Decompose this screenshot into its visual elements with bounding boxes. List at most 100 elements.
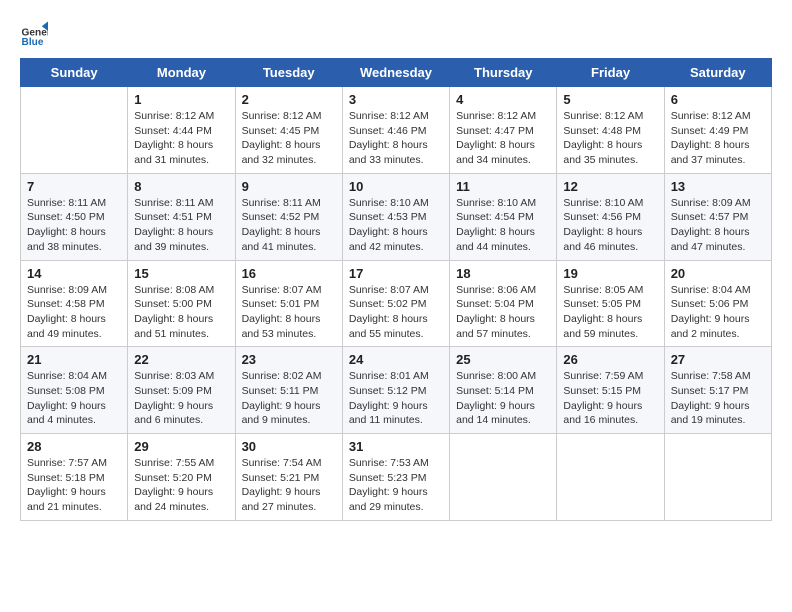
day-number: 31	[349, 439, 443, 454]
day-cell: 4Sunrise: 8:12 AMSunset: 4:47 PMDaylight…	[450, 87, 557, 174]
day-info: Sunrise: 8:09 AMSunset: 4:58 PMDaylight:…	[27, 283, 121, 342]
day-info: Sunrise: 8:11 AMSunset: 4:50 PMDaylight:…	[27, 196, 121, 255]
day-info: Sunrise: 8:08 AMSunset: 5:00 PMDaylight:…	[134, 283, 228, 342]
day-cell: 25Sunrise: 8:00 AMSunset: 5:14 PMDayligh…	[450, 347, 557, 434]
day-cell: 22 Sunrise: 8:03 AMSunset: 5:09 PMDayligh…	[128, 347, 235, 434]
day-number: 1	[134, 92, 228, 107]
day-info: Sunrise: 8:12 AMSunset: 4:48 PMDaylight:…	[563, 109, 657, 168]
day-cell: 7 Sunrise: 8:11 AMSunset: 4:50 PMDaylight…	[21, 173, 128, 260]
day-cell: 17Sunrise: 8:07 AMSunset: 5:02 PMDayligh…	[342, 260, 449, 347]
day-info: Sunrise: 7:54 AMSunset: 5:21 PMDaylight:…	[242, 456, 336, 515]
day-info: Sunrise: 8:10 AMSunset: 4:54 PMDaylight:…	[456, 196, 550, 255]
day-cell: 1 Sunrise: 8:12 AMSunset: 4:44 PMDaylight…	[128, 87, 235, 174]
day-number: 22	[134, 352, 228, 367]
day-number: 2	[242, 92, 336, 107]
week-row-4: 21 Sunrise: 8:04 AMSunset: 5:08 PMDayligh…	[21, 347, 772, 434]
day-info: Sunrise: 8:03 AMSunset: 5:09 PMDaylight:…	[134, 369, 228, 428]
day-cell: 5 Sunrise: 8:12 AMSunset: 4:48 PMDaylight…	[557, 87, 664, 174]
day-cell: 15 Sunrise: 8:08 AMSunset: 5:00 PMDayligh…	[128, 260, 235, 347]
logo: General Blue	[20, 20, 52, 48]
day-info: Sunrise: 8:04 AMSunset: 5:08 PMDaylight:…	[27, 369, 121, 428]
day-number: 24	[349, 352, 443, 367]
weekday-saturday: Saturday	[664, 59, 771, 87]
day-cell: 16 Sunrise: 8:07 AMSunset: 5:01 PMDayligh…	[235, 260, 342, 347]
day-cell: 23 Sunrise: 8:02 AMSunset: 5:11 PMDayligh…	[235, 347, 342, 434]
day-cell: 11 Sunrise: 8:10 AMSunset: 4:54 PMDayligh…	[450, 173, 557, 260]
day-cell	[21, 87, 128, 174]
day-info: Sunrise: 8:02 AMSunset: 5:11 PMDaylight:…	[242, 369, 336, 428]
day-cell: 28Sunrise: 7:57 AMSunset: 5:18 PMDayligh…	[21, 434, 128, 521]
day-info: Sunrise: 8:12 AMSunset: 4:45 PMDaylight:…	[242, 109, 336, 168]
day-number: 14	[27, 266, 121, 281]
day-cell: 30 Sunrise: 7:54 AMSunset: 5:21 PMDayligh…	[235, 434, 342, 521]
day-number: 30	[242, 439, 336, 454]
svg-text:Blue: Blue	[22, 37, 44, 48]
day-number: 16	[242, 266, 336, 281]
day-number: 15	[134, 266, 228, 281]
day-info: Sunrise: 7:58 AMSunset: 5:17 PMDaylight:…	[671, 369, 765, 428]
day-info: Sunrise: 7:57 AMSunset: 5:18 PMDaylight:…	[27, 456, 121, 515]
weekday-tuesday: Tuesday	[235, 59, 342, 87]
day-cell: 29 Sunrise: 7:55 AMSunset: 5:20 PMDayligh…	[128, 434, 235, 521]
week-row-2: 7 Sunrise: 8:11 AMSunset: 4:50 PMDaylight…	[21, 173, 772, 260]
day-info: Sunrise: 8:11 AMSunset: 4:51 PMDaylight:…	[134, 196, 228, 255]
day-info: Sunrise: 8:11 AMSunset: 4:52 PMDaylight:…	[242, 196, 336, 255]
calendar-body: 1 Sunrise: 8:12 AMSunset: 4:44 PMDaylight…	[21, 87, 772, 521]
day-info: Sunrise: 8:01 AMSunset: 5:12 PMDaylight:…	[349, 369, 443, 428]
day-number: 10	[349, 179, 443, 194]
day-number: 23	[242, 352, 336, 367]
day-info: Sunrise: 8:05 AMSunset: 5:05 PMDaylight:…	[563, 283, 657, 342]
day-number: 25	[456, 352, 550, 367]
day-info: Sunrise: 8:09 AMSunset: 4:57 PMDaylight:…	[671, 196, 765, 255]
day-cell: 19 Sunrise: 8:05 AMSunset: 5:05 PMDayligh…	[557, 260, 664, 347]
day-cell: 27 Sunrise: 7:58 AMSunset: 5:17 PMDayligh…	[664, 347, 771, 434]
day-cell: 24 Sunrise: 8:01 AMSunset: 5:12 PMDayligh…	[342, 347, 449, 434]
day-cell	[664, 434, 771, 521]
day-cell	[450, 434, 557, 521]
day-number: 13	[671, 179, 765, 194]
day-number: 18	[456, 266, 550, 281]
day-cell: 9Sunrise: 8:11 AMSunset: 4:52 PMDaylight…	[235, 173, 342, 260]
day-info: Sunrise: 7:53 AMSunset: 5:23 PMDaylight:…	[349, 456, 443, 515]
day-info: Sunrise: 8:06 AMSunset: 5:04 PMDaylight:…	[456, 283, 550, 342]
day-cell: 2 Sunrise: 8:12 AMSunset: 4:45 PMDaylight…	[235, 87, 342, 174]
day-number: 19	[563, 266, 657, 281]
day-cell: 12Sunrise: 8:10 AMSunset: 4:56 PMDayligh…	[557, 173, 664, 260]
week-row-1: 1 Sunrise: 8:12 AMSunset: 4:44 PMDaylight…	[21, 87, 772, 174]
day-cell: 10 Sunrise: 8:10 AMSunset: 4:53 PMDayligh…	[342, 173, 449, 260]
day-number: 6	[671, 92, 765, 107]
weekday-header-row: SundayMondayTuesdayWednesdayThursdayFrid…	[21, 59, 772, 87]
day-cell: 6 Sunrise: 8:12 AMSunset: 4:49 PMDaylight…	[664, 87, 771, 174]
day-number: 29	[134, 439, 228, 454]
day-cell: 20 Sunrise: 8:04 AMSunset: 5:06 PMDayligh…	[664, 260, 771, 347]
day-number: 21	[27, 352, 121, 367]
day-cell: 21 Sunrise: 8:04 AMSunset: 5:08 PMDayligh…	[21, 347, 128, 434]
day-number: 3	[349, 92, 443, 107]
day-info: Sunrise: 8:10 AMSunset: 4:53 PMDaylight:…	[349, 196, 443, 255]
day-cell	[557, 434, 664, 521]
day-number: 8	[134, 179, 228, 194]
day-number: 7	[27, 179, 121, 194]
day-number: 12	[563, 179, 657, 194]
day-cell: 14 Sunrise: 8:09 AMSunset: 4:58 PMDayligh…	[21, 260, 128, 347]
day-info: Sunrise: 8:04 AMSunset: 5:06 PMDaylight:…	[671, 283, 765, 342]
day-info: Sunrise: 8:12 AMSunset: 4:47 PMDaylight:…	[456, 109, 550, 168]
day-info: Sunrise: 8:07 AMSunset: 5:01 PMDaylight:…	[242, 283, 336, 342]
logo-icon: General Blue	[20, 20, 48, 48]
weekday-thursday: Thursday	[450, 59, 557, 87]
day-cell: 13 Sunrise: 8:09 AMSunset: 4:57 PMDayligh…	[664, 173, 771, 260]
day-cell: 8 Sunrise: 8:11 AMSunset: 4:51 PMDaylight…	[128, 173, 235, 260]
day-info: Sunrise: 7:55 AMSunset: 5:20 PMDaylight:…	[134, 456, 228, 515]
day-number: 20	[671, 266, 765, 281]
day-info: Sunrise: 8:12 AMSunset: 4:44 PMDaylight:…	[134, 109, 228, 168]
weekday-wednesday: Wednesday	[342, 59, 449, 87]
day-number: 11	[456, 179, 550, 194]
week-row-5: 28Sunrise: 7:57 AMSunset: 5:18 PMDayligh…	[21, 434, 772, 521]
day-info: Sunrise: 8:12 AMSunset: 4:49 PMDaylight:…	[671, 109, 765, 168]
day-number: 5	[563, 92, 657, 107]
day-info: Sunrise: 8:12 AMSunset: 4:46 PMDaylight:…	[349, 109, 443, 168]
day-cell: 18 Sunrise: 8:06 AMSunset: 5:04 PMDayligh…	[450, 260, 557, 347]
day-number: 27	[671, 352, 765, 367]
page-header: General Blue	[20, 20, 772, 48]
day-info: Sunrise: 7:59 AMSunset: 5:15 PMDaylight:…	[563, 369, 657, 428]
